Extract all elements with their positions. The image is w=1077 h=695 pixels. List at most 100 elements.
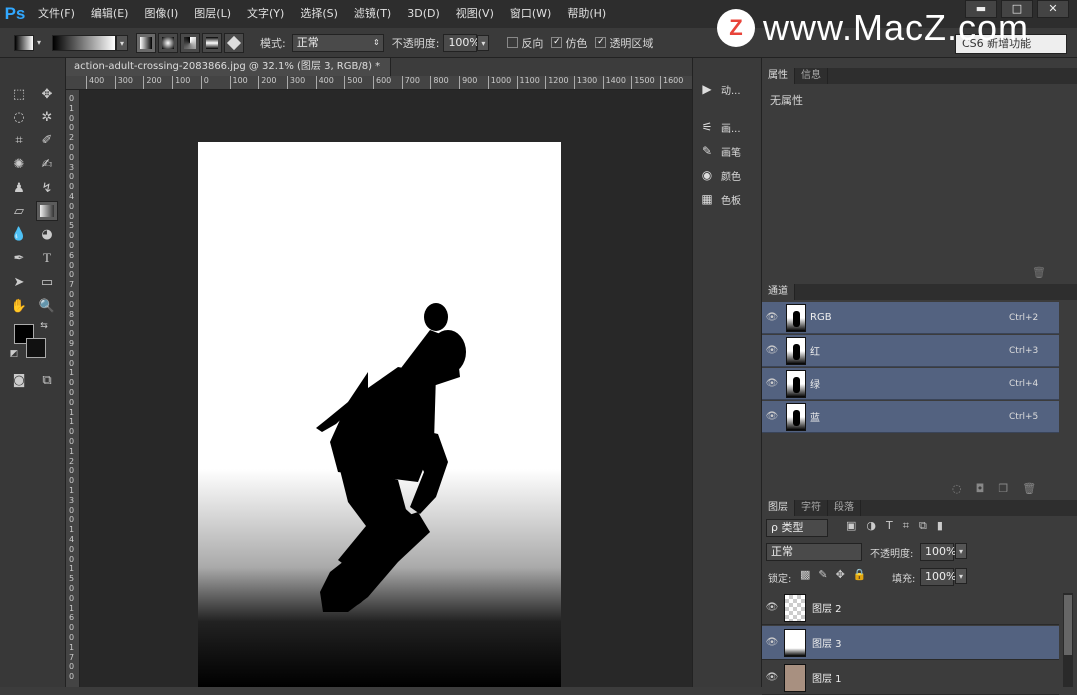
tool-preset-picker[interactable]: ▾	[14, 34, 44, 51]
layer-row-2[interactable]: 👁 图层 2	[762, 591, 1059, 625]
history-brush-tool-icon[interactable]: ↯	[36, 178, 58, 198]
load-selection-icon[interactable]: ◌	[952, 482, 962, 495]
reflected-gradient-button[interactable]	[202, 32, 222, 53]
layer-row-3[interactable]: 👁 图层 3	[762, 626, 1059, 660]
swatches-panel-button[interactable]: ▦ 色板	[697, 188, 759, 210]
gradient-picker[interactable]: ▾	[52, 34, 128, 51]
magic-wand-tool-icon[interactable]: ✲	[36, 107, 58, 127]
menu-file[interactable]: 文件(F)	[30, 0, 83, 28]
chevron-down-icon[interactable]: ▾	[955, 543, 967, 559]
angle-gradient-button[interactable]	[180, 32, 200, 53]
tab-character[interactable]: 字符	[795, 500, 828, 516]
eye-icon[interactable]: 👁	[762, 411, 782, 422]
gradient-swatch[interactable]	[52, 34, 116, 51]
actions-panel-button[interactable]: ▶ 动...	[697, 78, 759, 100]
lock-image-icon[interactable]: ✎	[818, 568, 827, 581]
mode-select[interactable]: 正常 ⇕	[291, 33, 384, 52]
eye-icon[interactable]: 👁	[762, 672, 782, 683]
menu-window[interactable]: 窗口(W)	[502, 0, 559, 28]
move-tool-icon[interactable]: ✥	[36, 84, 58, 104]
filter-toggle-icon[interactable]: ▮	[937, 519, 943, 533]
layer-opacity-input[interactable]: 100%	[920, 543, 956, 561]
tab-channels[interactable]: 通道	[762, 284, 795, 300]
channel-row-red[interactable]: 👁 红 Ctrl+3	[762, 335, 1059, 367]
rectangle-tool-icon[interactable]: ▭	[36, 272, 58, 292]
menu-help[interactable]: 帮助(H)	[559, 0, 614, 28]
diamond-gradient-button[interactable]	[224, 32, 244, 53]
marquee-tool-icon[interactable]: ⬚	[8, 84, 30, 104]
eye-icon[interactable]: 👁	[762, 637, 782, 648]
canvas-area[interactable]	[80, 90, 692, 687]
eye-icon[interactable]: 👁	[762, 345, 782, 356]
hand-tool-icon[interactable]: ✋	[8, 296, 30, 316]
lasso-tool-icon[interactable]: ◌	[8, 107, 30, 127]
new-channel-icon[interactable]: ❐	[998, 482, 1008, 495]
menu-layer[interactable]: 图层(L)	[186, 0, 239, 28]
menu-select[interactable]: 选择(S)	[292, 0, 346, 28]
lock-all-icon[interactable]: 🔒	[853, 568, 867, 581]
eye-icon[interactable]: 👁	[762, 312, 782, 323]
lock-position-icon[interactable]: ✥	[836, 568, 845, 581]
zoom-tool-icon[interactable]: 🔍	[36, 296, 58, 316]
pen-tool-icon[interactable]: ✒	[8, 248, 30, 268]
tab-info[interactable]: 信息	[795, 68, 828, 84]
brush-presets-panel-button[interactable]: ⚟ 画...	[697, 116, 759, 138]
menu-image[interactable]: 图像(I)	[136, 0, 186, 28]
opacity-input[interactable]: 100%	[443, 33, 480, 52]
eye-icon[interactable]: 👁	[762, 602, 782, 613]
screen-mode-icon[interactable]: ⧉	[36, 370, 58, 390]
linear-gradient-button[interactable]	[136, 32, 156, 53]
trash-icon[interactable]: 🗑	[1032, 266, 1046, 279]
close-button[interactable]: ✕	[1037, 0, 1069, 18]
gradient-tool-icon[interactable]	[36, 201, 58, 221]
channel-row-rgb[interactable]: 👁 RGB Ctrl+2	[762, 302, 1059, 334]
reverse-checkbox[interactable]: 反向	[507, 35, 543, 51]
transparency-checkbox[interactable]: ✓ 透明区域	[595, 35, 653, 51]
menu-view[interactable]: 视图(V)	[448, 0, 502, 28]
smart-object-filter-icon[interactable]: ⧉	[919, 519, 927, 533]
menu-type[interactable]: 文字(Y)	[239, 0, 292, 28]
tab-properties[interactable]: 属性	[762, 68, 795, 84]
default-colors-icon[interactable]: ◩	[8, 348, 20, 360]
healing-brush-tool-icon[interactable]: ✺	[8, 154, 30, 174]
menu-filter[interactable]: 滤镜(T)	[346, 0, 399, 28]
channel-row-green[interactable]: 👁 绿 Ctrl+4	[762, 368, 1059, 400]
dither-checkbox[interactable]: ✓ 仿色	[551, 35, 587, 51]
type-filter-icon[interactable]: T	[886, 519, 893, 533]
menu-edit[interactable]: 编辑(E)	[83, 0, 137, 28]
type-tool-icon[interactable]: T	[36, 248, 58, 268]
layer-filter-select[interactable]: ρ 类型	[766, 519, 828, 537]
blend-mode-select[interactable]: 正常	[766, 543, 862, 561]
brush-tool-icon[interactable]: ✍	[36, 154, 58, 174]
document-canvas[interactable]	[198, 142, 561, 687]
layer-row-1[interactable]: 👁 图层 1	[762, 661, 1059, 695]
layers-scrollbar[interactable]	[1063, 593, 1073, 687]
chevron-down-icon[interactable]: ▾	[955, 568, 967, 584]
eraser-tool-icon[interactable]: ▱	[8, 201, 30, 221]
scrollbar-thumb[interactable]	[1064, 595, 1072, 655]
lock-transparent-icon[interactable]: ▩	[800, 568, 810, 581]
swap-colors-icon[interactable]: ⇆	[38, 320, 50, 332]
menu-3d[interactable]: 3D(D)	[399, 0, 448, 28]
image-filter-icon[interactable]: ▣	[846, 519, 856, 533]
quick-mask-icon[interactable]: ◙	[8, 370, 30, 390]
save-selection-icon[interactable]: ◘	[976, 482, 985, 495]
eyedropper-tool-icon[interactable]: ✐	[36, 130, 58, 150]
tab-layers[interactable]: 图层	[762, 500, 795, 516]
chevron-down-icon[interactable]: ▾	[477, 34, 490, 51]
adjustment-filter-icon[interactable]: ◑	[866, 519, 876, 533]
path-selection-tool-icon[interactable]: ➤	[8, 272, 30, 292]
crop-tool-icon[interactable]: ⌗	[8, 130, 30, 150]
tab-paragraph[interactable]: 段落	[828, 500, 861, 516]
clone-stamp-tool-icon[interactable]: ♟	[8, 178, 30, 198]
eye-icon[interactable]: 👁	[762, 378, 782, 389]
brush-panel-button[interactable]: ✎ 画笔	[697, 140, 759, 162]
chevron-down-icon[interactable]: ▾	[116, 34, 128, 51]
background-color-swatch[interactable]	[26, 338, 46, 358]
dodge-tool-icon[interactable]: ◕	[36, 224, 58, 244]
document-tab[interactable]: action-adult-crossing-2083866.jpg @ 32.1…	[66, 58, 391, 90]
shape-filter-icon[interactable]: ⌗	[903, 519, 909, 533]
blur-tool-icon[interactable]: 💧	[8, 224, 30, 244]
radial-gradient-button[interactable]	[158, 32, 178, 53]
color-panel-button[interactable]: ◉ 颜色	[697, 164, 759, 186]
